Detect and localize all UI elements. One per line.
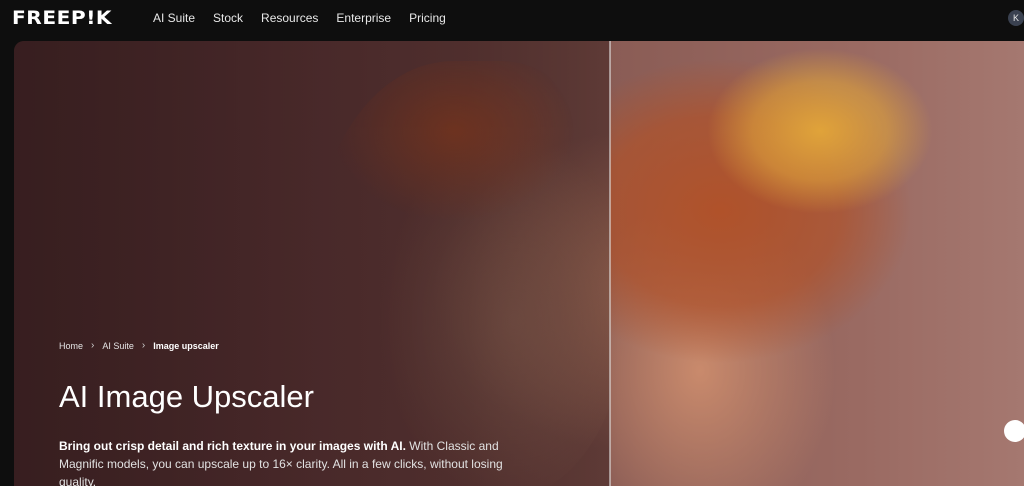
main-nav: AI Suite Stock Resources Enterprise Pric… bbox=[153, 0, 464, 36]
nav-pricing[interactable]: Pricing bbox=[409, 11, 446, 25]
top-navigation-bar: FREEP!K AI Suite Stock Resources Enterpr… bbox=[0, 0, 1024, 36]
nav-resources[interactable]: Resources bbox=[261, 11, 318, 25]
chat-widget-button[interactable] bbox=[1004, 420, 1024, 442]
nav-stock[interactable]: Stock bbox=[213, 11, 243, 25]
nav-ai-suite[interactable]: AI Suite bbox=[153, 11, 195, 25]
hero-description: Bring out crisp detail and rich texture … bbox=[59, 437, 539, 486]
breadcrumb: Home › AI Suite › Image upscaler bbox=[59, 340, 219, 351]
user-avatar[interactable]: K bbox=[1008, 10, 1024, 26]
page-title: AI Image Upscaler bbox=[59, 379, 314, 414]
hero-section: Home › AI Suite › Image upscaler AI Imag… bbox=[14, 41, 1024, 486]
breadcrumb-ai-suite[interactable]: AI Suite bbox=[102, 341, 134, 351]
hero-overlay bbox=[14, 41, 1024, 486]
chevron-right-icon: › bbox=[91, 340, 95, 351]
nav-enterprise[interactable]: Enterprise bbox=[336, 11, 391, 25]
chevron-right-icon: › bbox=[141, 340, 146, 351]
breadcrumb-home[interactable]: Home bbox=[59, 341, 83, 351]
comparison-slider-handle[interactable] bbox=[609, 41, 611, 486]
freepik-logo[interactable]: FREEP!K bbox=[12, 7, 112, 29]
breadcrumb-current: Image upscaler bbox=[153, 340, 219, 351]
hero-description-bold: Bring out crisp detail and rich texture … bbox=[59, 439, 406, 453]
